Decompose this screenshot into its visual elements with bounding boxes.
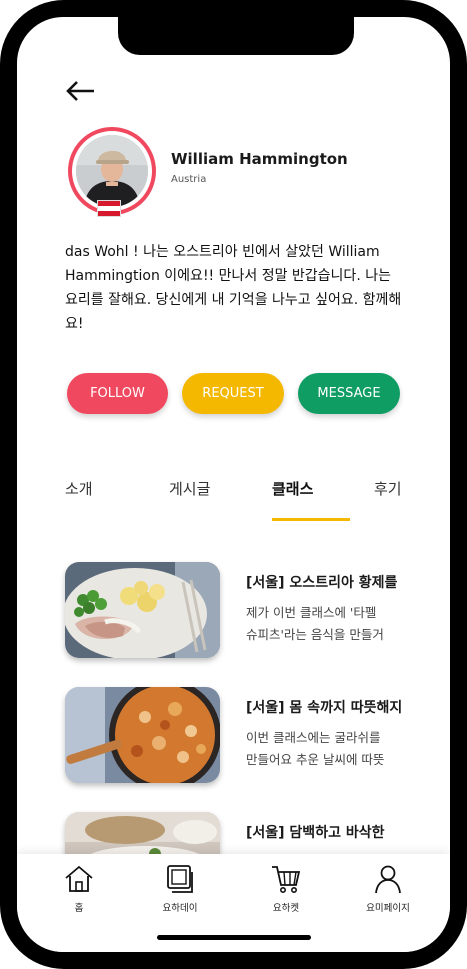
class-card[interactable]: [서울] 몸 속까지 따뜻해지 이번 클래스에는 굴라쉬를 만들어요 추운 날씨… xyxy=(65,687,435,787)
class-title: [서울] 오스트리아 황제를 xyxy=(246,575,398,591)
class-description-line: 슈피츠'라는 음식을 만들거 xyxy=(246,627,384,642)
class-thumbnail xyxy=(65,687,220,783)
profile-name: William Hammington xyxy=(171,150,348,168)
request-button[interactable]: REQUEST xyxy=(182,373,284,414)
phone-frame: William Hammington Austria das Wohl ! 나는… xyxy=(0,0,467,969)
follow-button[interactable]: FOLLOW xyxy=(67,373,168,414)
class-description-line: 이번 클래스에는 굴라쉬를 xyxy=(246,730,381,745)
class-card[interactable]: [서울] 오스트리아 황제를 제가 이번 클래스에 '타펠 슈피츠'라는 음식을… xyxy=(65,562,435,662)
tab-intro[interactable]: 소개 xyxy=(65,478,93,499)
notch xyxy=(118,17,354,55)
class-title: [서울] 몸 속까지 따뜻해지 xyxy=(246,700,403,716)
nav-label: 홈 xyxy=(74,903,84,914)
austria-flag-icon xyxy=(97,200,121,217)
cart-icon xyxy=(272,866,301,893)
tab-reviews[interactable]: 후기 xyxy=(374,478,402,499)
avatar-photo xyxy=(76,135,148,207)
nav-home[interactable]: 홈 xyxy=(39,864,119,914)
screen: William Hammington Austria das Wohl ! 나는… xyxy=(17,17,450,952)
class-thumbnail xyxy=(65,562,220,658)
class-description-line: 제가 이번 클래스에 '타펠 xyxy=(246,605,377,620)
nav-yohaket[interactable]: 요하켓 xyxy=(246,864,326,914)
nav-mypage[interactable]: 요미페이지 xyxy=(348,864,428,914)
person-icon xyxy=(375,865,401,894)
home-indicator xyxy=(157,935,311,940)
tab-posts[interactable]: 게시글 xyxy=(169,478,210,499)
profile-bio: das Wohl ! 나는 오스트리아 빈에서 살았던 William Hamm… xyxy=(65,244,402,332)
profile-country: Austria xyxy=(171,174,207,185)
arrow-left-icon xyxy=(66,81,94,101)
back-button[interactable] xyxy=(65,77,97,105)
message-button[interactable]: MESSAGE xyxy=(298,373,400,414)
class-description-line: 만들어요 추운 날씨에 따뜻 xyxy=(246,752,385,767)
class-description: 제가 이번 클래스에 '타펠 슈피츠'라는 음식을 만들거 xyxy=(246,602,436,646)
photos-icon xyxy=(167,865,193,893)
nav-yohaday[interactable]: 요하데이 xyxy=(140,864,220,914)
tab-indicator xyxy=(272,518,350,521)
home-icon xyxy=(65,865,93,892)
nav-label: 요미페이지 xyxy=(366,903,410,914)
class-title: [서울] 담백하고 바삭한 xyxy=(246,825,385,841)
nav-label: 요하데이 xyxy=(162,903,198,914)
tab-classes[interactable]: 클래스 xyxy=(272,478,313,499)
nav-label: 요하켓 xyxy=(272,903,300,914)
class-description: 이번 클래스에는 굴라쉬를 만들어요 추운 날씨에 따뜻 xyxy=(246,727,436,771)
